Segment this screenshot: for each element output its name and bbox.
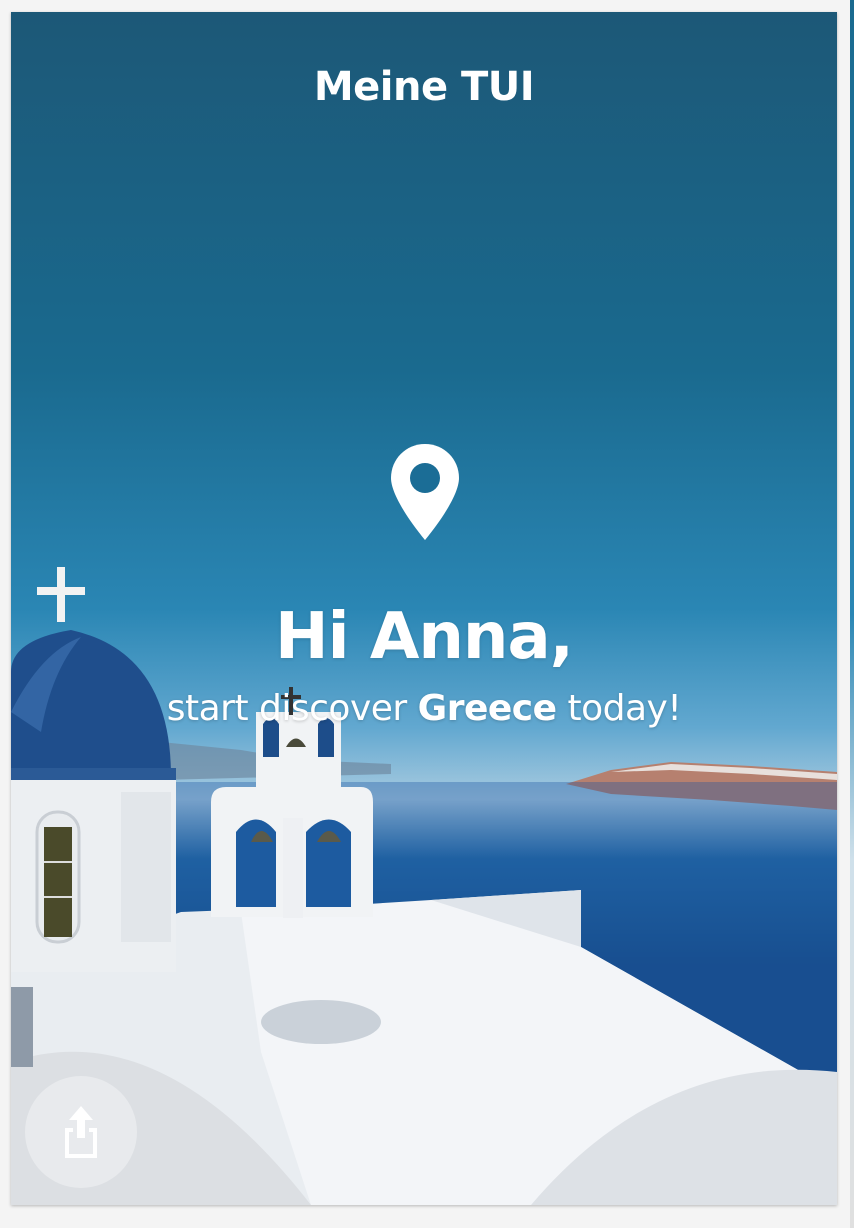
- share-icon: [65, 1106, 97, 1158]
- location-pin-icon: [391, 444, 459, 540]
- destination-name: Greece: [417, 688, 557, 729]
- subline-suffix: today!: [556, 688, 682, 729]
- greeting-heading: Hi Anna,: [275, 600, 574, 674]
- window-edge: [850, 0, 854, 1228]
- app-title: Meine TUI: [313, 64, 535, 110]
- share-button[interactable]: [25, 1076, 137, 1188]
- subline-prefix: start discover: [166, 688, 418, 729]
- welcome-subline: start discover Greece today!: [11, 688, 837, 729]
- hero-card: Meine TUI Hi Anna, start discover Greece…: [11, 12, 837, 1205]
